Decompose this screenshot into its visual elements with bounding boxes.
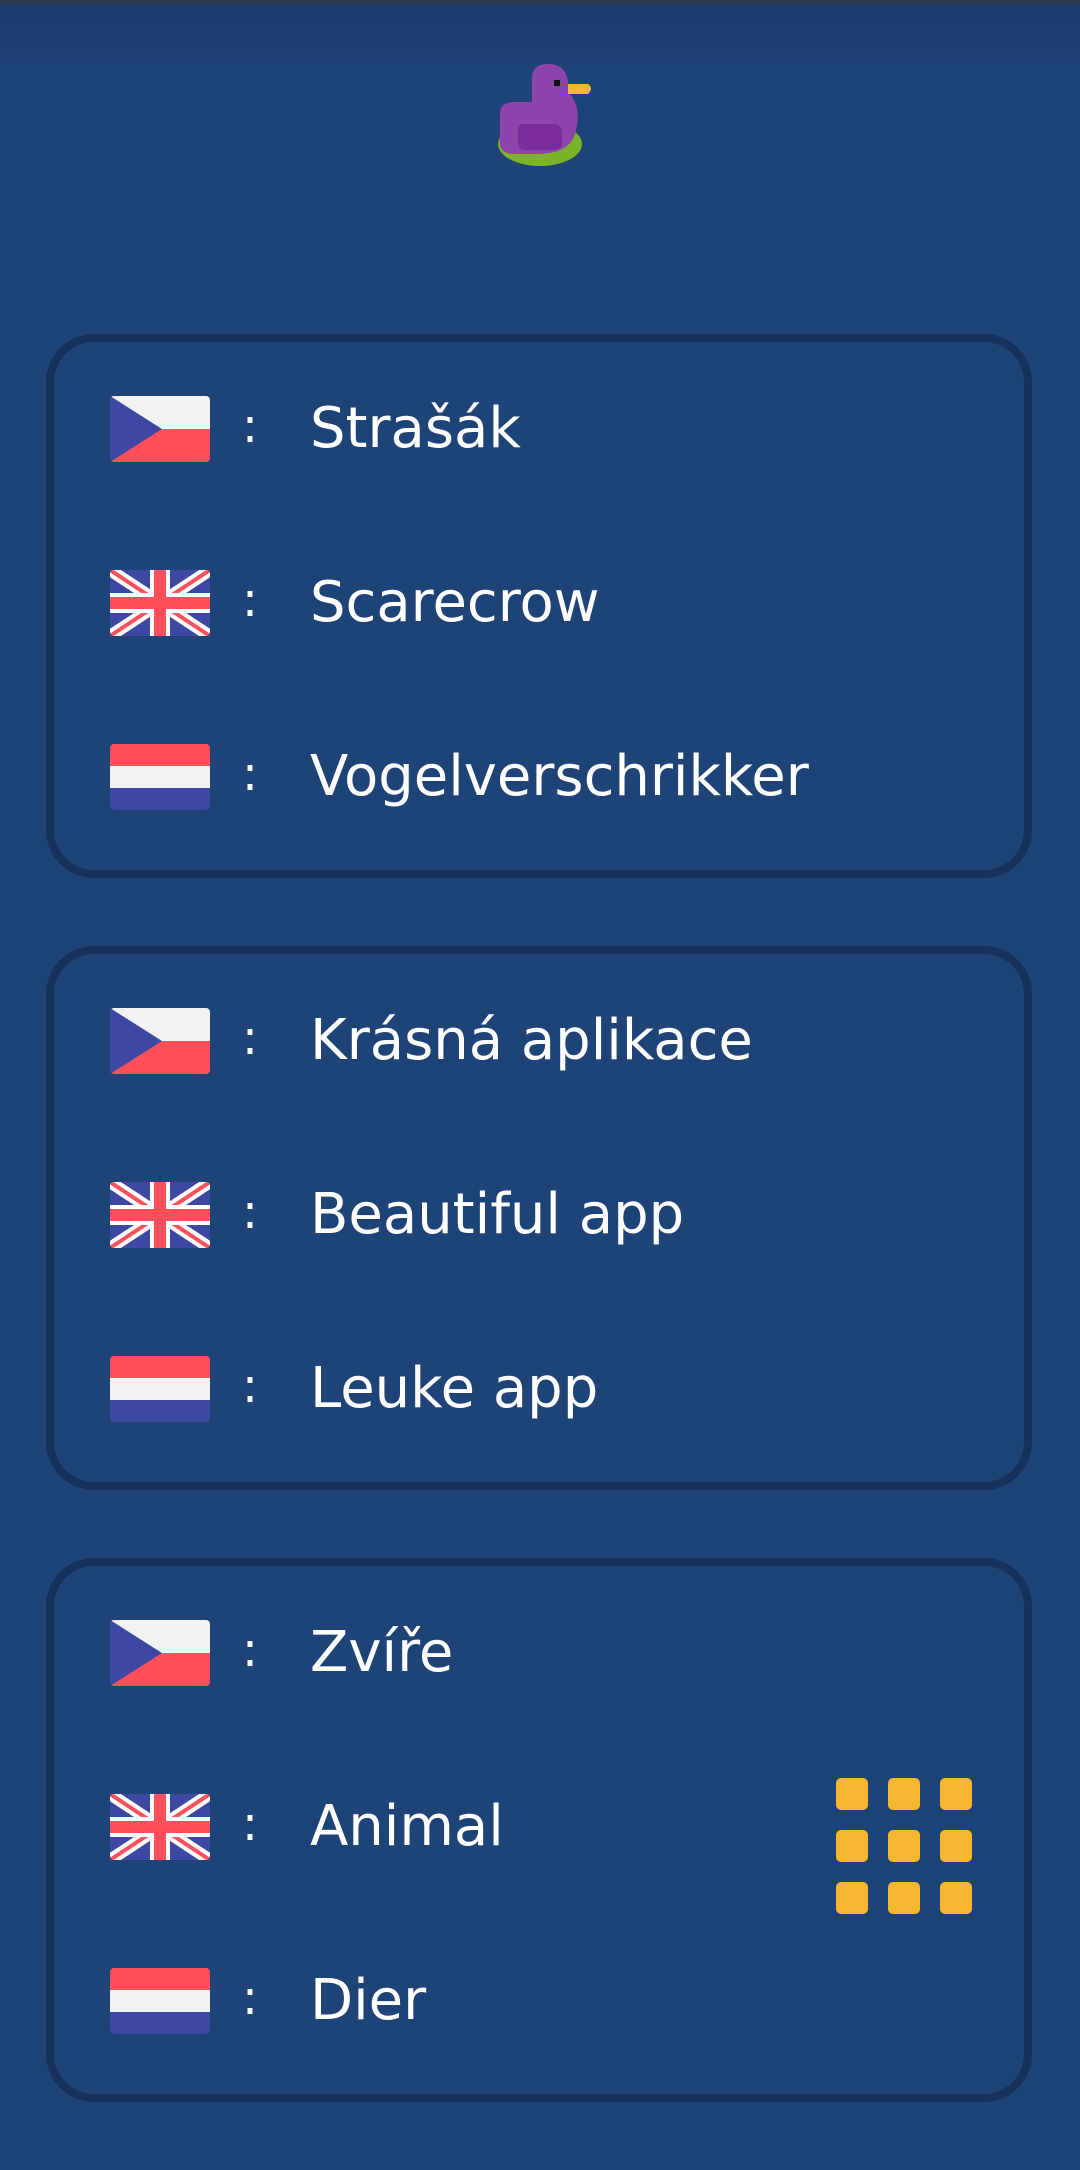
separator: : [241, 572, 259, 628]
netherlands-flag-icon [110, 1968, 210, 2034]
separator: : [241, 1796, 259, 1852]
english-phrase: Animal [310, 1794, 504, 1859]
separator: : [241, 746, 259, 802]
dutch-phrase: Leuke app [310, 1356, 599, 1421]
netherlands-flag-icon [110, 744, 210, 810]
translation-row-english: : Scarecrow [54, 570, 1024, 744]
uk-flag-icon [110, 1794, 210, 1860]
separator: : [241, 1010, 259, 1066]
czech-flag-icon [110, 396, 210, 462]
separator: : [241, 1622, 259, 1678]
english-phrase: Beautiful app [310, 1182, 685, 1247]
separator: : [241, 1970, 259, 2026]
translation-row-dutch: : Leuke app [54, 1356, 1024, 1530]
uk-flag-icon [110, 570, 210, 636]
czech-phrase: Zvíře [310, 1620, 454, 1685]
czech-phrase: Strašák [310, 396, 521, 461]
duck-logo-icon [492, 58, 600, 170]
separator: : [241, 398, 259, 454]
phrase-card[interactable]: : Strašák : Scarecrow : Vogelverschrikke… [46, 334, 1032, 878]
czech-flag-icon [110, 1620, 210, 1686]
translation-row-english: : Beautiful app [54, 1182, 1024, 1356]
phrase-card[interactable]: : Krásná aplikace : Beautiful app : Leuk… [46, 946, 1032, 1490]
grid-menu-button[interactable] [836, 1778, 972, 1914]
grid-menu-icon [836, 1778, 972, 1914]
english-phrase: Scarecrow [310, 570, 600, 635]
czech-flag-icon [110, 1008, 210, 1074]
translation-row-czech: : Krásná aplikace [54, 1008, 1024, 1182]
header-shade [0, 4, 1080, 64]
separator: : [241, 1184, 259, 1240]
separator: : [241, 1358, 259, 1414]
translation-row-dutch: : Dier [54, 1968, 1024, 2142]
uk-flag-icon [110, 1182, 210, 1248]
translation-row-czech: : Zvíře [54, 1620, 1024, 1794]
czech-phrase: Krásná aplikace [310, 1008, 753, 1073]
dutch-phrase: Dier [310, 1968, 427, 2033]
translation-row-czech: : Strašák [54, 396, 1024, 570]
translation-row-dutch: : Vogelverschrikker [54, 744, 1024, 918]
dutch-phrase: Vogelverschrikker [310, 744, 809, 809]
netherlands-flag-icon [110, 1356, 210, 1422]
